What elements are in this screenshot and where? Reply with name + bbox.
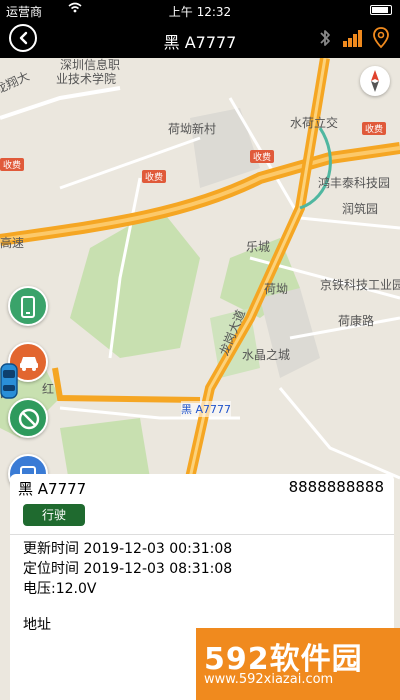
watermark-url: www.592xiazai.com xyxy=(204,672,334,687)
map-label-shuijing: 水晶之城 xyxy=(242,348,291,362)
bluetooth-icon xyxy=(320,30,330,46)
toll-tag-4: 收费 xyxy=(0,158,25,171)
map-label-shuihe: 水荷立交 xyxy=(290,116,339,130)
map-label-jingtie: 京铁科技工业园 xyxy=(320,278,400,292)
toll-tag-3: 收费 xyxy=(362,122,387,135)
nav-bar: 黑 A7777 xyxy=(0,20,400,58)
watermark: 592软件园 www.592xiazai.com xyxy=(196,628,400,700)
map-label-hongfengtai: 鸿丰泰科技园 xyxy=(318,176,391,190)
plate-number: 黑 A7777 xyxy=(18,480,87,498)
vehicle-marker-label: 黑 A7777 xyxy=(181,401,232,417)
fence-button[interactable] xyxy=(8,398,48,438)
status-badge: 行驶 xyxy=(23,504,85,526)
signal-bars-icon xyxy=(343,30,362,47)
phone-button[interactable] xyxy=(8,286,48,326)
map-label-lecheng: 乐城 xyxy=(246,240,271,254)
map-label-hong: 红 xyxy=(42,382,55,396)
voltage: 电压:12.0V xyxy=(23,581,97,597)
map-label-school-2: 业技术学院 xyxy=(56,72,117,86)
location-pin-icon[interactable] xyxy=(372,27,390,49)
map-label-expressway: 高速 xyxy=(0,236,25,250)
phone-icon xyxy=(21,296,35,318)
locate-time: 定位时间 2019-12-03 08:31:08 xyxy=(23,561,233,577)
update-time: 更新时间 2019-12-03 00:31:08 xyxy=(23,541,233,557)
page-title: 黑 A7777 xyxy=(163,33,237,52)
map-label-runzhu: 润筑园 xyxy=(342,202,379,216)
divider xyxy=(10,534,394,535)
toll-tag-1: 收费 xyxy=(142,170,167,183)
clock: 上午 12:32 xyxy=(168,5,232,19)
vehicle-marker-icon[interactable] xyxy=(0,363,18,399)
phone-number[interactable]: 8888888888 xyxy=(289,478,384,496)
no-entry-icon xyxy=(18,408,40,430)
car-icon xyxy=(20,357,38,371)
map-label-hekan-station: 荷坳 xyxy=(264,282,289,296)
map-label-hekan-village: 荷坳新村 xyxy=(168,122,217,136)
toll-tag-2: 收费 xyxy=(250,150,275,163)
battery-icon xyxy=(370,5,392,15)
status-bar: 运营商 上午 12:32 xyxy=(0,0,400,20)
map-label-hekang-road: 荷康路 xyxy=(338,314,375,328)
address-label: 地址 xyxy=(23,617,51,633)
compass-icon[interactable] xyxy=(360,66,390,96)
